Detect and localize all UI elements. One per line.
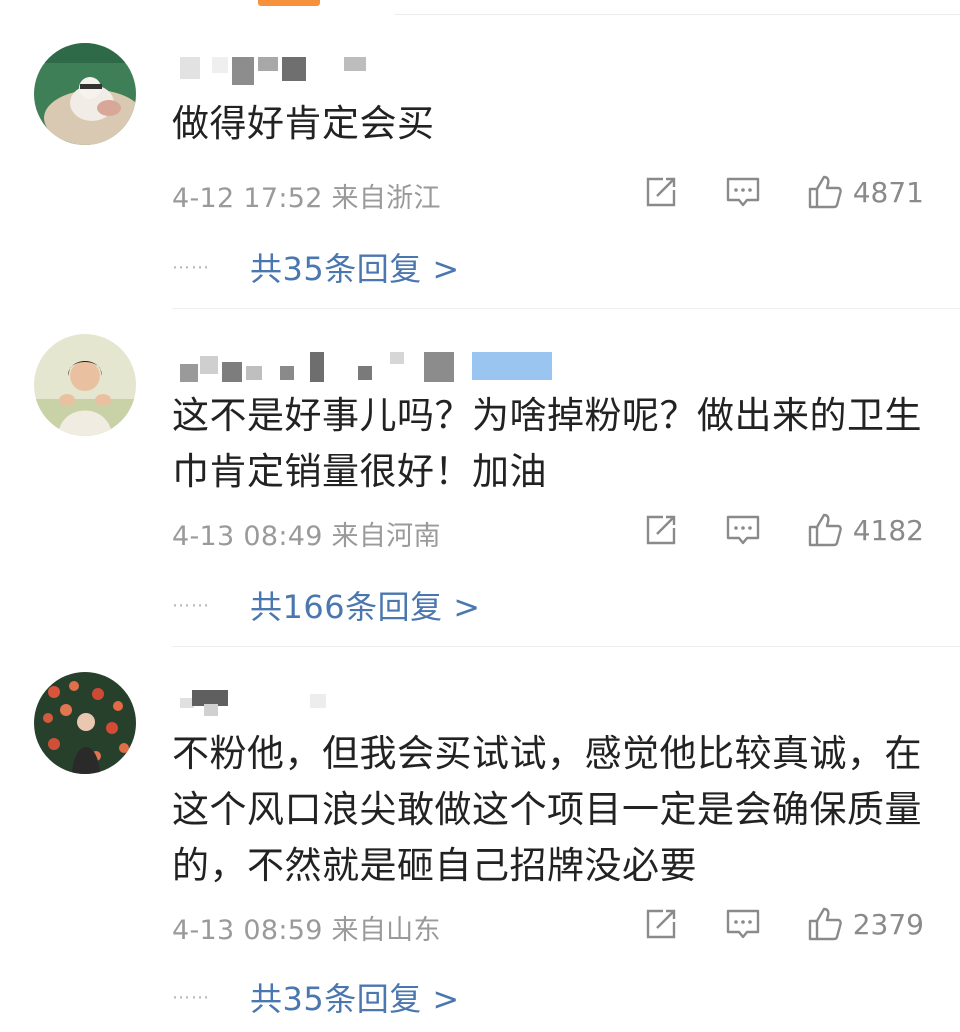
replies-row: ⋯⋯ 共166条回复 > bbox=[172, 582, 481, 628]
avatar[interactable] bbox=[34, 672, 136, 774]
like-count: 4871 bbox=[852, 175, 924, 209]
username-redacted[interactable] bbox=[172, 352, 562, 382]
divider bbox=[172, 646, 960, 647]
comment-text: 不粉他，但我会买试试，感觉他比较真诚，在这个风口浪尖敢做这个项目一定是会确保质量… bbox=[172, 732, 922, 887]
share-icon[interactable] bbox=[643, 512, 679, 548]
ellipsis: ⋯⋯ bbox=[172, 986, 210, 1008]
avatar[interactable] bbox=[34, 43, 136, 145]
comment-actions: 2379 bbox=[643, 904, 924, 944]
replies-row: ⋯⋯ 共35条回复 > bbox=[172, 244, 460, 290]
view-replies-link[interactable]: 共35条回复 > bbox=[250, 244, 460, 290]
comment-meta: 4-13 08:59 来自山东 bbox=[172, 915, 441, 946]
ellipsis: ⋯⋯ bbox=[172, 594, 210, 616]
comment-icon[interactable] bbox=[725, 906, 761, 942]
like-count: 4182 bbox=[852, 513, 924, 547]
share-icon[interactable] bbox=[643, 174, 679, 210]
comment-text: 做得好肯定会买 bbox=[172, 102, 435, 145]
comment-meta: 4-13 08:49 来自河南 bbox=[172, 521, 441, 552]
view-replies-link[interactable]: 共35条回复 > bbox=[250, 974, 460, 1020]
username-redacted[interactable] bbox=[172, 690, 332, 718]
top-bar bbox=[0, 0, 960, 18]
like-icon[interactable] bbox=[807, 512, 843, 548]
like-count: 2379 bbox=[852, 907, 924, 941]
comment-icon[interactable] bbox=[725, 512, 761, 548]
comment-text: 这不是好事儿吗？为啥掉粉呢？做出来的卫生巾肯定销量很好！加油 bbox=[172, 394, 922, 493]
share-icon[interactable] bbox=[643, 906, 679, 942]
avatar[interactable] bbox=[34, 334, 136, 436]
replies-row: ⋯⋯ 共35条回复 > bbox=[172, 974, 460, 1020]
like-icon[interactable] bbox=[807, 174, 843, 210]
top-divider bbox=[395, 14, 960, 15]
comment-actions: 4182 bbox=[643, 510, 924, 550]
username-redacted[interactable] bbox=[172, 57, 382, 85]
comment-actions: 4871 bbox=[643, 172, 924, 212]
comment-meta: 4-12 17:52 来自浙江 bbox=[172, 183, 441, 214]
ellipsis: ⋯⋯ bbox=[172, 256, 210, 278]
like-icon[interactable] bbox=[807, 906, 843, 942]
view-replies-link[interactable]: 共166条回复 > bbox=[250, 582, 481, 628]
comment-icon[interactable] bbox=[725, 174, 761, 210]
divider bbox=[172, 308, 960, 309]
tab-indicator bbox=[258, 0, 320, 6]
